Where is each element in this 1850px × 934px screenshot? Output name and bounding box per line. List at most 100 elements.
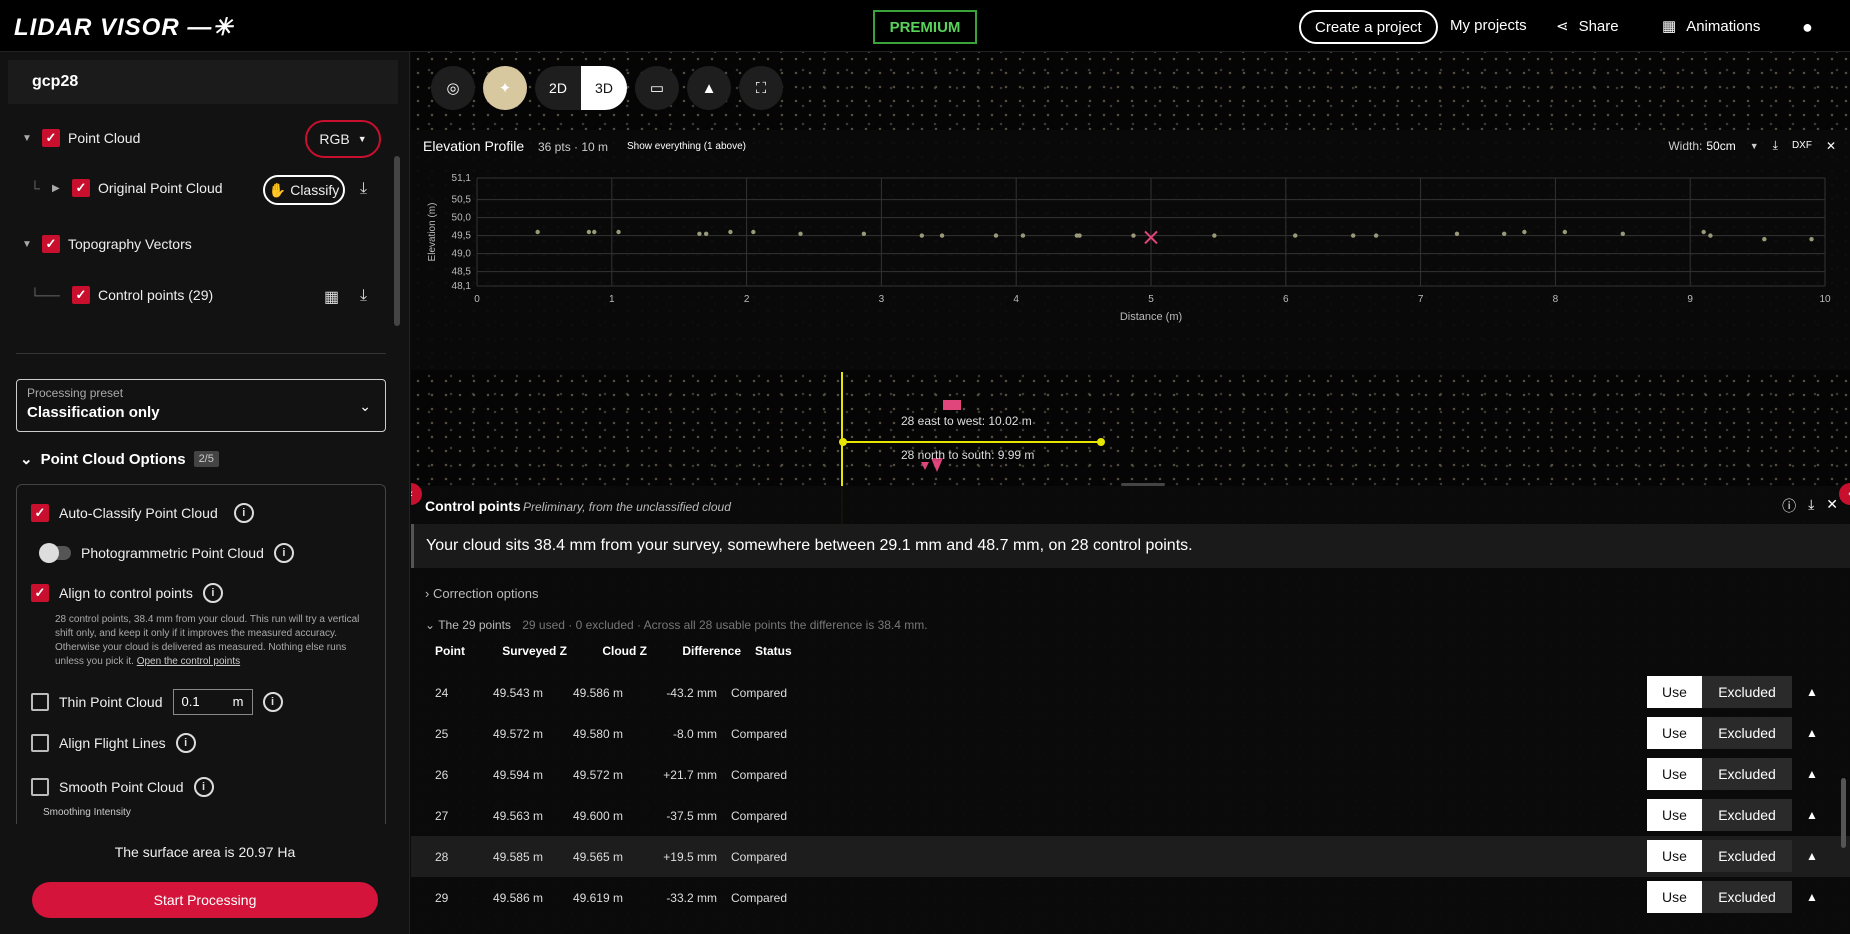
data-point xyxy=(751,229,756,235)
align-cp-option[interactable]: ✓ Align to control points i xyxy=(31,583,223,603)
use-button[interactable]: Use xyxy=(1647,840,1702,872)
caret-down-icon[interactable]: ▼ xyxy=(22,133,34,144)
ruler-icon[interactable]: ▭ xyxy=(635,66,679,110)
start-processing-button[interactable]: Start Processing xyxy=(32,882,378,918)
mountain-icon[interactable]: ▲ xyxy=(687,66,731,110)
processing-preset-select[interactable]: Processing preset Classification only ⌄ xyxy=(16,379,386,432)
help-icon[interactable]: ⓘ xyxy=(1782,496,1796,516)
align-cp-label: Align to control points xyxy=(59,585,193,601)
use-button[interactable]: Use xyxy=(1647,717,1702,749)
data-point xyxy=(616,229,621,235)
mountain-icon[interactable]: ▲ xyxy=(1792,676,1832,708)
options-header[interactable]: ⌄ Point Cloud Options 2/5 xyxy=(20,450,219,468)
close-icon[interactable]: ✕ xyxy=(1826,496,1838,516)
mountain-icon[interactable]: ▲ xyxy=(1792,758,1832,790)
download-icon[interactable]: ⤓ xyxy=(360,287,367,305)
sidebar-scrollbar[interactable] xyxy=(394,156,400,326)
locate-icon[interactable]: ◎ xyxy=(431,66,475,110)
user-icon[interactable]: ● xyxy=(1802,17,1813,38)
premium-button[interactable]: PREMIUM xyxy=(873,10,977,44)
rgb-dropdown[interactable]: RGB ▼ xyxy=(305,120,381,158)
use-button[interactable]: Use xyxy=(1647,758,1702,790)
mountain-icon[interactable]: ▲ xyxy=(1792,881,1832,913)
my-projects-link[interactable]: My projects xyxy=(1450,17,1527,34)
create-project-button[interactable]: Create a project xyxy=(1299,10,1438,44)
row-actions: Use Excluded ▲ xyxy=(1647,676,1832,708)
download-icon[interactable]: ⤓ xyxy=(360,180,367,198)
classify-button[interactable]: ✋ Classify xyxy=(263,175,345,205)
tree-original-point-cloud[interactable]: └ ▶ ✓ Original Point Cloud xyxy=(30,179,223,197)
animations-button[interactable]: ▦ Animations xyxy=(1662,17,1760,36)
compass-icon[interactable]: ✦ xyxy=(483,66,527,110)
share-button[interactable]: ⋖ Share xyxy=(1556,17,1619,36)
excluded-button[interactable]: Excluded xyxy=(1702,676,1792,708)
tree-point-cloud[interactable]: ▼ ✓ Point Cloud xyxy=(22,129,140,147)
flight-lines-option[interactable]: Align Flight Lines i xyxy=(31,733,196,753)
mode-2d-button[interactable]: 2D xyxy=(535,66,581,110)
open-control-points-link[interactable]: Open the control points xyxy=(137,656,240,667)
use-button[interactable]: Use xyxy=(1647,676,1702,708)
table-row[interactable]: 26 49.594 m 49.572 m +21.7 mm Compared Use Exc… xyxy=(411,754,1850,795)
align-note: 28 control points, 38.4 mm from your clo… xyxy=(55,613,375,669)
correction-options-toggle[interactable]: › Correction options xyxy=(425,586,538,601)
auto-classify-option[interactable]: ✓ Auto-Classify Point Cloud i xyxy=(31,503,254,523)
point-cloud-viewer[interactable]: ◎ ✦ 2D 3D ▭ ▲ ⛶ Elevation Profile 36 pts… xyxy=(411,52,1850,934)
x-tick-label: 10 xyxy=(1819,294,1831,305)
table-row[interactable]: 25 49.572 m 49.580 m -8.0 mm Compared Use Excl… xyxy=(411,713,1850,754)
excluded-button[interactable]: Excluded xyxy=(1702,881,1792,913)
photogrammetric-option[interactable]: Photogrammetric Point Cloud i xyxy=(39,543,294,563)
row-actions: Use Excluded ▲ xyxy=(1647,881,1832,913)
mode-3d-button[interactable]: 3D xyxy=(581,66,627,110)
info-icon[interactable]: i xyxy=(233,503,254,523)
cell-point: 27 xyxy=(435,808,449,823)
topography-label: Topography Vectors xyxy=(68,236,192,252)
info-icon[interactable]: i xyxy=(193,777,214,797)
table-row[interactable]: 27 49.563 m 49.600 m -37.5 mm Compared Use Exc… xyxy=(411,795,1850,836)
table-row[interactable]: 28 49.585 m 49.565 m +19.5 mm Compared Use Exc… xyxy=(411,836,1850,877)
topography-checkbox[interactable]: ✓ xyxy=(42,235,60,253)
excluded-button[interactable]: Excluded xyxy=(1702,717,1792,749)
chevron-down-icon: ⌄ xyxy=(425,618,436,632)
photogrammetric-toggle[interactable] xyxy=(39,543,71,563)
smooth-checkbox[interactable] xyxy=(31,778,49,796)
table-icon[interactable]: ▦ xyxy=(324,287,339,307)
point-cloud-checkbox[interactable]: ✓ xyxy=(42,129,60,147)
chevron-down-icon: ⌄ xyxy=(20,451,33,468)
excluded-button[interactable]: Excluded xyxy=(1702,840,1792,872)
caret-right-icon[interactable]: ▶ xyxy=(52,183,64,194)
use-button[interactable]: Use xyxy=(1647,799,1702,831)
smooth-option[interactable]: Smooth Point Cloud i xyxy=(31,777,214,797)
control-points-panel: Control points Preliminary, from the unc… xyxy=(411,483,1850,934)
thin-option[interactable]: Thin Point Cloud 0.1 m i xyxy=(31,689,283,715)
mountain-icon[interactable]: ▲ xyxy=(1792,840,1832,872)
flight-lines-checkbox[interactable] xyxy=(31,734,49,752)
table-scrollbar[interactable] xyxy=(1841,778,1846,848)
mountain-icon[interactable]: ▲ xyxy=(1792,717,1832,749)
fullscreen-icon[interactable]: ⛶ xyxy=(739,66,783,110)
table-row[interactable]: 29 49.586 m 49.619 m -33.2 mm Compared Use Exc… xyxy=(411,877,1850,918)
info-icon[interactable]: i xyxy=(202,583,223,603)
align-cp-checkbox[interactable]: ✓ xyxy=(31,584,49,602)
download-icon[interactable]: ⤓ xyxy=(1808,496,1814,516)
excluded-button[interactable]: Excluded xyxy=(1702,799,1792,831)
mountain-icon[interactable]: ▲ xyxy=(1792,799,1832,831)
control-points-checkbox[interactable]: ✓ xyxy=(72,286,90,304)
use-button[interactable]: Use xyxy=(1647,881,1702,913)
excluded-button[interactable]: Excluded xyxy=(1702,758,1792,790)
table-row[interactable]: 24 49.543 m 49.586 m -43.2 mm Compared Use Exc… xyxy=(411,672,1850,713)
thin-input[interactable]: 0.1 m xyxy=(172,689,253,715)
thin-checkbox[interactable] xyxy=(31,693,49,711)
points-toggle[interactable]: ⌄ The 29 points 29 used · 0 excluded · A… xyxy=(425,618,928,632)
original-cloud-checkbox[interactable]: ✓ xyxy=(72,179,90,197)
caret-down-icon[interactable]: ▼ xyxy=(22,239,34,250)
info-icon[interactable]: i xyxy=(175,733,196,753)
view-mode-toggle[interactable]: 2D 3D xyxy=(535,66,627,110)
tree-control-points[interactable]: └── ✓ Control points (29) xyxy=(30,286,213,304)
data-point xyxy=(1373,233,1379,238)
resize-handle[interactable] xyxy=(1121,483,1165,486)
auto-classify-checkbox[interactable]: ✓ xyxy=(31,504,49,522)
info-icon[interactable]: i xyxy=(273,543,294,563)
app-logo[interactable]: LIDAR VISOR —✳ xyxy=(14,13,233,42)
info-icon[interactable]: i xyxy=(262,692,283,712)
tree-topography-vectors[interactable]: ▼ ✓ Topography Vectors xyxy=(22,235,192,253)
